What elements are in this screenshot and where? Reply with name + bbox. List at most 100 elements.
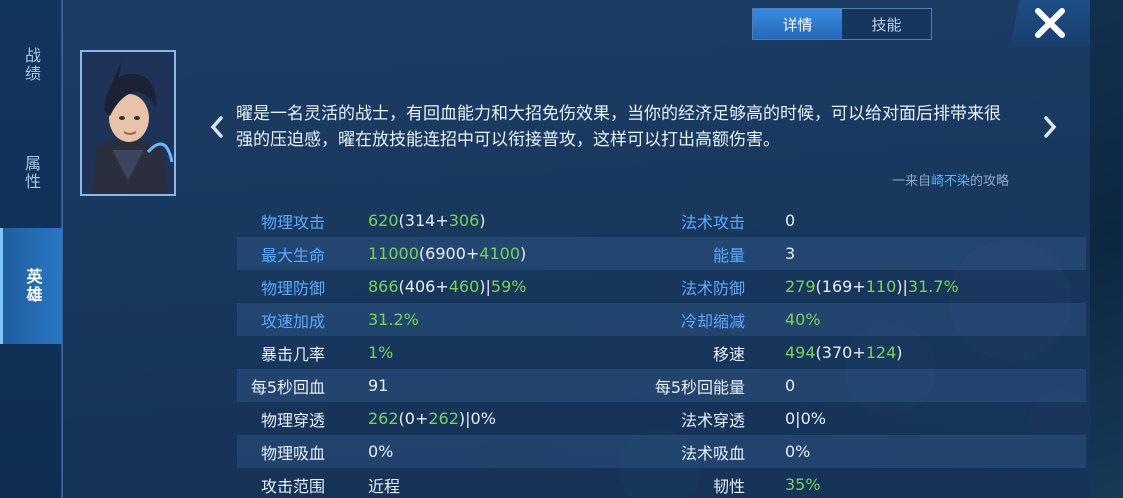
stat-row: 每5秒回血 91 每5秒回能量 0: [237, 369, 1086, 402]
stat-label: 攻速加成: [260, 311, 325, 331]
hero-description: 曜是一名灵活的战士，有回血能力和大招免伤效果，当你的经济足够高的时候，可以给对面…: [236, 104, 1001, 150]
stat-value: 3: [745, 244, 795, 263]
stat-value-part: )|: [896, 277, 908, 296]
credit-prefix: 一来自: [891, 174, 931, 189]
stat-value-part: ): [520, 244, 527, 263]
stat-value-part: (6900+: [418, 244, 480, 263]
side-tab-record-label: 战绩: [22, 47, 41, 83]
hero-portrait: [80, 50, 176, 196]
stat-value: 0%: [327, 442, 627, 461]
side-tab-attributes[interactable]: 属性: [0, 128, 62, 218]
stat-value: 1%: [327, 343, 627, 362]
stat-value-part: 0%: [368, 442, 394, 461]
stat-value: 0|0%: [745, 409, 826, 428]
stat-value-part: 0%: [785, 442, 811, 461]
stat-row: 物理防御 866(406+460)|59% 法术防御 279(169+110)|31.…: [237, 270, 1086, 303]
stat-value-part: 0: [785, 211, 796, 230]
stat-value-part: (314+: [398, 211, 449, 230]
tab-details[interactable]: 详情: [753, 9, 842, 39]
stat-row: 物理穿透 262(0+262)|0% 法术穿透 0|0%: [237, 402, 1086, 435]
stat-value-part: 124: [865, 343, 897, 362]
side-tab-record[interactable]: 战绩: [0, 20, 62, 110]
stat-label: 移速: [712, 344, 745, 364]
stat-label: 法术防御: [680, 278, 745, 298]
close-button[interactable]: [1010, 0, 1090, 46]
stat-label: 能量: [712, 245, 745, 265]
stat-value: 40%: [745, 310, 821, 329]
credit-author-link[interactable]: 崎不染: [931, 174, 970, 189]
stat-value: 0: [745, 376, 795, 395]
stat-value: 262(0+262)|0%: [327, 409, 627, 428]
stat-value-part: 306: [448, 211, 480, 230]
stat-value-part: ): [479, 211, 486, 230]
stat-row: 最大生命 11000(6900+4100) 能量 3: [237, 237, 1086, 270]
tab-skills-label: 技能: [871, 15, 902, 34]
stat-value-part: 11000: [368, 244, 419, 263]
stat-row: 暴击几率 1% 移速 494(370+124): [237, 336, 1086, 369]
hero-portrait-art: [82, 52, 174, 194]
stat-value-part: 3: [785, 244, 796, 263]
stat-label: 冷却缩减: [680, 311, 745, 331]
stat-value: 0: [745, 211, 795, 230]
stat-label: 物理穿透: [260, 410, 325, 430]
credit-suffix: 的攻略: [969, 174, 1009, 189]
stat-value-part: 59%: [490, 277, 527, 296]
stat-label: 最大生命: [260, 245, 325, 265]
stat-value: 31.2%: [327, 310, 627, 329]
stat-label: 法术穿透: [680, 410, 745, 430]
stat-value: 近程: [327, 473, 627, 497]
stat-value-part: 35%: [785, 475, 821, 494]
stat-row: 物理攻击 620(314+306) 法术攻击 0: [237, 204, 1086, 237]
stat-label: 攻击范围: [260, 476, 325, 496]
prev-arrow-button[interactable]: [204, 112, 230, 142]
stat-value: 279(169+110)|31.7%: [745, 277, 959, 296]
tab-details-label: 详情: [782, 15, 813, 34]
stat-label: 每5秒回血: [250, 377, 325, 397]
stat-row: 物理吸血 0% 法术吸血 0%: [237, 435, 1086, 468]
stat-label: 韧性: [712, 476, 745, 496]
next-arrow-button[interactable]: [1037, 112, 1063, 142]
stat-row: 攻速加成 31.2% 冷却缩减 40%: [237, 303, 1086, 336]
stat-value-part: 4100: [479, 244, 520, 263]
stat-label: 物理防御: [260, 278, 325, 298]
side-tab-bar: 战绩 属性 英雄: [0, 0, 62, 498]
stat-value-part: (0+: [398, 409, 429, 428]
stat-row: 攻击范围 近程 韧性 35%: [237, 468, 1086, 498]
stat-label: 法术攻击: [680, 212, 745, 232]
chevron-left-icon: [210, 116, 223, 138]
stat-value-part: 460: [448, 277, 480, 296]
stat-value-part: 866: [368, 277, 399, 296]
chevron-right-icon: [1044, 116, 1057, 138]
stat-value-part: 91: [368, 376, 389, 395]
side-tab-hero[interactable]: 英雄: [0, 228, 62, 344]
stat-value-part: 近程: [368, 476, 401, 496]
side-tab-attributes-label: 属性: [22, 155, 41, 191]
stat-value-part: 494: [785, 343, 816, 362]
stat-value-part: 0: [785, 376, 796, 395]
stat-label: 物理吸血: [260, 443, 325, 463]
stat-value-part: )|0%: [458, 409, 496, 428]
stat-value: 494(370+124): [745, 343, 903, 362]
stat-label: 每5秒回能量: [654, 377, 745, 397]
stat-value-part: 0|0%: [785, 409, 826, 428]
stat-value-part: 279: [785, 277, 816, 296]
stat-value-part: 1%: [368, 343, 394, 362]
stat-value-part: 31.2%: [368, 310, 419, 329]
stat-value: 11000(6900+4100): [327, 244, 627, 263]
detail-tab-switch: 详情 技能: [752, 8, 932, 40]
stat-label: 暴击几率: [260, 344, 325, 364]
stat-value-part: (169+: [815, 277, 866, 296]
strategy-credit: 一来自崎不染的攻略: [892, 170, 1009, 189]
side-tab-hero-label: 英雄: [23, 268, 43, 304]
stat-value-part: )|: [479, 277, 491, 296]
stat-value-part: 620: [368, 211, 399, 230]
stat-value-part: 262: [368, 409, 399, 428]
hero-stats-table: 物理攻击 620(314+306) 法术攻击 0 最大生命 11000(6900+4100…: [237, 204, 1086, 498]
stat-value-part: 110: [865, 277, 897, 296]
tab-skills[interactable]: 技能: [842, 9, 931, 39]
stat-value-part: (370+: [815, 343, 866, 362]
close-icon: [1035, 8, 1065, 38]
stat-value: 91: [327, 376, 627, 395]
stat-value-part: 31.7%: [907, 277, 959, 296]
stat-value-part: 262: [428, 409, 459, 428]
